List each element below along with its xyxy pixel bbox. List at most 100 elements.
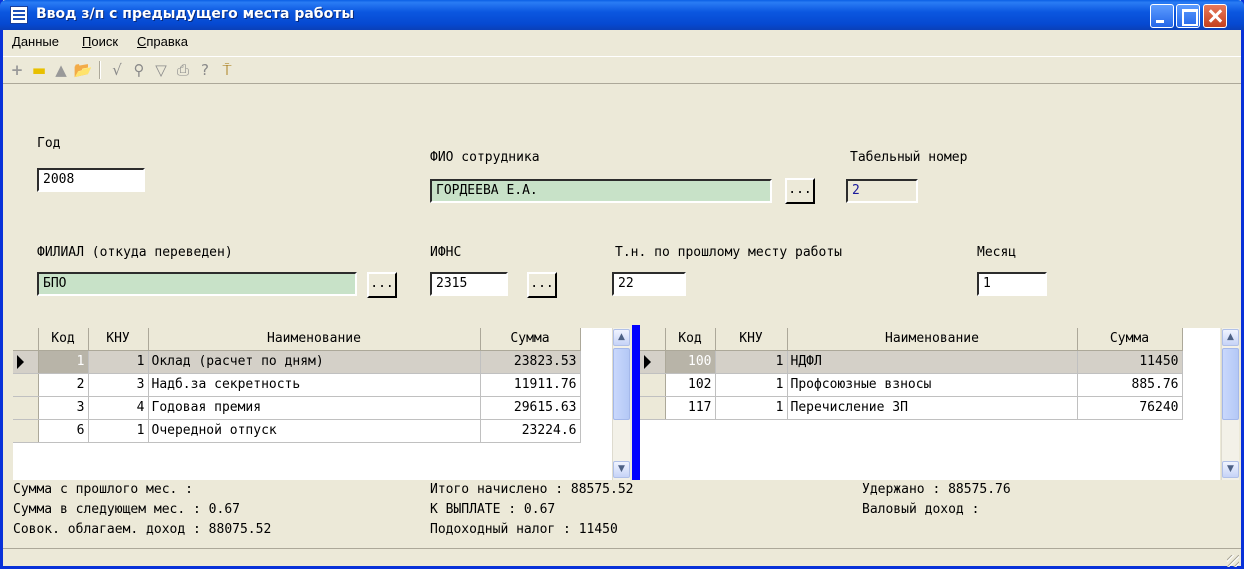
scroll-down-icon[interactable]: ▼	[613, 461, 630, 478]
cell-sum[interactable]: 11911.76	[480, 373, 581, 397]
cell-knu[interactable]: 3	[88, 373, 149, 397]
scroll-up-icon[interactable]: ▲	[1222, 329, 1239, 346]
up-icon[interactable]: ▲	[51, 60, 71, 80]
maximize-button[interactable]	[1176, 4, 1200, 28]
table-row[interactable]: 100 1 НДФЛ 11450	[640, 350, 1183, 374]
cell-kod[interactable]: 1	[38, 350, 89, 374]
scroll-down-icon[interactable]: ▼	[1222, 461, 1239, 478]
cell-knu[interactable]: 1	[715, 373, 788, 397]
header-name[interactable]: Наименование	[787, 328, 1078, 351]
cell-name[interactable]: Надб.за секретность	[148, 373, 481, 397]
menu-data-accel: Д	[12, 34, 21, 49]
month-label: Месяц	[977, 245, 1017, 260]
fio-input[interactable]: ГОРДЕЕВА Е.А.	[430, 179, 772, 203]
binoculars-icon[interactable]: ⚲	[129, 60, 149, 80]
ifns-input[interactable]: 2315	[430, 272, 508, 296]
header-sum[interactable]: Сумма	[1077, 328, 1183, 351]
close-button[interactable]	[1203, 4, 1227, 28]
year-input[interactable]: 2008	[37, 168, 145, 192]
cell-sum[interactable]: 885.76	[1077, 373, 1183, 397]
ifns-lookup-button[interactable]: ...	[527, 272, 557, 298]
table-row[interactable]: 3 4 Годовая премия 29615.63	[13, 396, 581, 420]
plus-icon[interactable]: +	[7, 60, 27, 80]
scroll-up-icon[interactable]: ▲	[613, 329, 630, 346]
exit-icon[interactable]: ⍑	[217, 60, 237, 80]
scroll-thumb[interactable]	[1222, 348, 1239, 420]
table-row[interactable]: 117 1 Перечисление ЗП 76240	[640, 396, 1183, 420]
minus-icon[interactable]: ▬	[29, 60, 49, 80]
header-kod[interactable]: Код	[38, 328, 89, 351]
cell-name[interactable]: Очередной отпуск	[148, 419, 481, 443]
cell-sum[interactable]: 23224.6	[480, 419, 581, 443]
toolbar-separator	[99, 61, 101, 79]
table-row[interactable]: 6 1 Очередной отпуск 23224.6	[13, 419, 581, 443]
status-bar	[3, 548, 1241, 569]
summary-to-pay: К ВЫПЛАТЕ : 0.67	[430, 502, 556, 517]
check-icon[interactable]: √	[107, 60, 127, 80]
cell-knu[interactable]: 4	[88, 396, 149, 420]
table-row[interactable]: 2 3 Надб.за секретность 11911.76	[13, 373, 581, 397]
row-indicator	[13, 350, 39, 374]
header-sum[interactable]: Сумма	[480, 328, 581, 351]
month-input[interactable]: 1	[977, 272, 1047, 296]
menu-help[interactable]: Справка	[137, 34, 188, 49]
prev-tab-input[interactable]: 22	[612, 272, 686, 296]
deductions-table: Код КНУ Наименование Сумма 100 1 НДФЛ 11…	[640, 328, 1183, 420]
scroll-thumb[interactable]	[613, 348, 630, 420]
cell-knu[interactable]: 1	[88, 350, 149, 374]
title-bar[interactable]: Ввод з/п с предыдущего места работы	[0, 0, 1244, 30]
summary-prev-month: Сумма с прошлого мес. :	[13, 482, 194, 497]
cell-kod[interactable]: 2	[38, 373, 89, 397]
row-indicator	[13, 373, 39, 397]
cell-kod[interactable]: 102	[665, 373, 716, 397]
print-icon[interactable]: ⎙	[173, 60, 193, 80]
header-knu[interactable]: КНУ	[88, 328, 149, 351]
row-indicator	[640, 373, 666, 397]
deductions-grid[interactable]: Код КНУ Наименование Сумма 100 1 НДФЛ 11…	[640, 328, 1220, 480]
ifns-label: ИФНС	[430, 245, 462, 260]
cell-name[interactable]: Оклад (расчет по дням)	[148, 350, 481, 374]
cell-sum[interactable]: 29615.63	[480, 396, 581, 420]
prev-tab-label: Т.н. по прошлому месту работы	[615, 245, 842, 260]
cell-sum[interactable]: 23823.53	[480, 350, 581, 374]
row-indicator	[640, 396, 666, 420]
cell-name[interactable]: НДФЛ	[787, 350, 1078, 374]
minimize-button[interactable]	[1150, 4, 1174, 28]
fio-lookup-button[interactable]: ...	[785, 178, 815, 204]
cell-knu[interactable]: 1	[88, 419, 149, 443]
menu-search[interactable]: Поиск	[82, 34, 118, 49]
cell-name[interactable]: Перечисление ЗП	[787, 396, 1078, 420]
open-folder-icon[interactable]: 📂	[73, 60, 93, 80]
header-knu[interactable]: КНУ	[715, 328, 788, 351]
menu-data[interactable]: Данные	[12, 34, 59, 49]
branch-input[interactable]: БПО	[37, 272, 357, 296]
header-kod[interactable]: Код	[665, 328, 716, 351]
cell-sum[interactable]: 11450	[1077, 350, 1183, 374]
cell-kod[interactable]: 3	[38, 396, 89, 420]
accruals-scrollbar[interactable]: ▲ ▼	[612, 328, 630, 480]
summary-taxable-income: Совок. облагаем. доход : 88075.52	[13, 522, 272, 537]
cell-kod[interactable]: 100	[665, 350, 716, 374]
grid-splitter[interactable]	[632, 325, 640, 480]
cell-sum[interactable]: 76240	[1077, 396, 1183, 420]
table-row[interactable]: 1 1 Оклад (расчет по дням) 23823.53	[13, 350, 581, 374]
header-name[interactable]: Наименование	[148, 328, 481, 351]
deductions-header-row: Код КНУ Наименование Сумма	[640, 328, 1183, 351]
filter-icon[interactable]: ▽	[151, 60, 171, 80]
help-icon[interactable]: ?	[195, 60, 215, 80]
branch-lookup-button[interactable]: ...	[367, 272, 397, 298]
cell-name[interactable]: Профсоюзные взносы	[787, 373, 1078, 397]
menu-search-accel: П	[82, 34, 92, 49]
cell-kod[interactable]: 117	[665, 396, 716, 420]
accruals-grid[interactable]: Код КНУ Наименование Сумма 1 1 Оклад (ра…	[13, 328, 615, 480]
deductions-scrollbar[interactable]: ▲ ▼	[1221, 328, 1239, 480]
cell-kod[interactable]: 6	[38, 419, 89, 443]
row-indicator	[13, 396, 39, 420]
resize-grip-icon[interactable]	[1227, 555, 1239, 567]
tab-number-field: 2	[846, 179, 918, 203]
cell-knu[interactable]: 1	[715, 396, 788, 420]
cell-knu[interactable]: 1	[715, 350, 788, 374]
table-row[interactable]: 102 1 Профсоюзные взносы 885.76	[640, 373, 1183, 397]
cell-name[interactable]: Годовая премия	[148, 396, 481, 420]
menu-search-label: оиск	[91, 34, 119, 49]
